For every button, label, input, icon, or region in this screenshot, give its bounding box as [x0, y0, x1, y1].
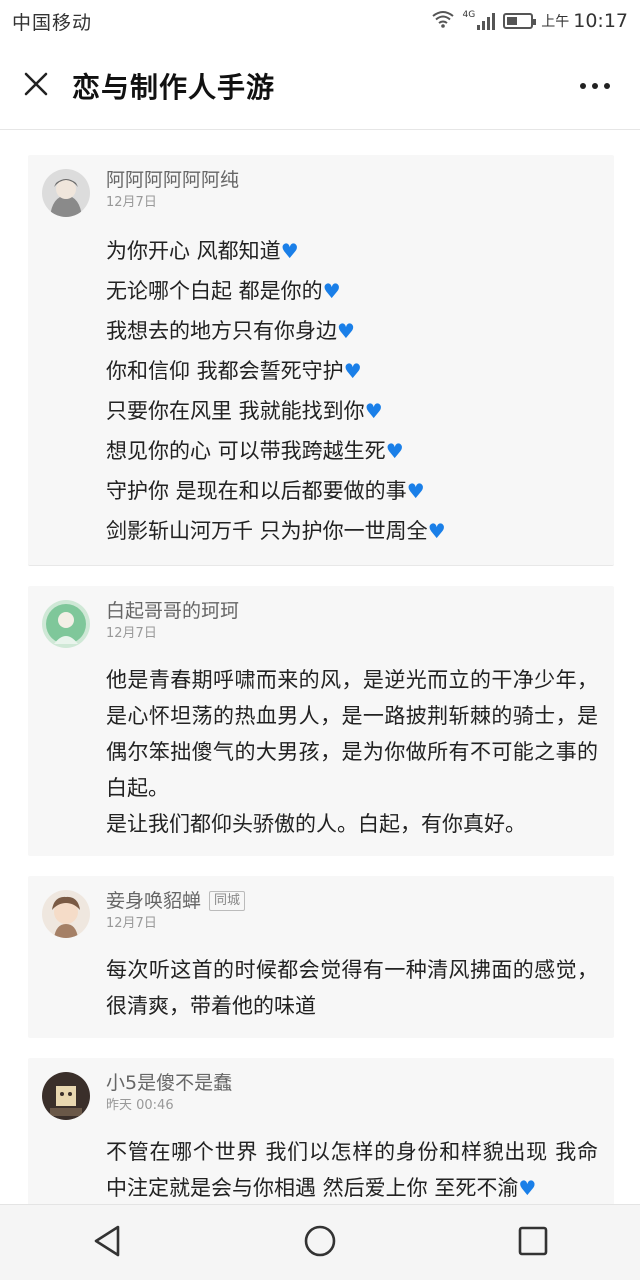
comment-list[interactable]: 阿阿阿阿阿阿纯 12月7日 为你开心 风都知道♥ 无论哪个白起 都是你的♥ 我想… [0, 131, 640, 1204]
more-button[interactable] [550, 42, 640, 130]
time-ampm: 上午 [541, 14, 570, 30]
comment-line: 你和信仰 我都会誓死守护♥ [106, 359, 362, 383]
more-icon [580, 82, 586, 89]
wifi-icon [431, 10, 455, 33]
title-bar: 恋与制作人手游 [0, 42, 640, 130]
comment-text: 他是青春期呼啸而来的风，是逆光而立的干净少年，是心怀坦荡的热血男人，是一路披荆斩… [106, 662, 614, 842]
blue-heart-icon: ♥ [322, 279, 341, 303]
comment-item: 白起哥哥的珂珂 12月7日 他是青春期呼啸而来的风，是逆光而立的干净少年，是心怀… [28, 586, 614, 856]
signal-icon [477, 12, 496, 30]
comment-text: 不管在哪个世界 我们以怎样的身份和样貌出现 我命中注定就是会与你相遇 然后爱上你… [106, 1134, 614, 1204]
comment-paragraph: 不管在哪个世界 我们以怎样的身份和样貌出现 我命中注定就是会与你相遇 然后爱上你… [106, 1140, 598, 1200]
comment-paragraph: 是让我们都仰头骄傲的人。白起，有你真好。 [106, 812, 526, 836]
comment-username[interactable]: 小5是傻不是蠢 [106, 1070, 232, 1096]
comment-date: 12月7日 [106, 916, 157, 931]
comment-username[interactable]: 阿阿阿阿阿阿纯 [106, 167, 239, 193]
comment-username[interactable]: 妾身唤貂蝉 同城 [106, 888, 246, 914]
clock: 10:17 [573, 10, 628, 32]
recents-square-icon [517, 1225, 549, 1261]
status-bar: 中国移动 4G 上午 10:17 [0, 0, 640, 42]
comment-line: 守护你 是现在和以后都要做的事♥ [106, 479, 425, 503]
comment-line: 我想去的地方只有你身边♥ [106, 319, 355, 343]
home-circle-icon [303, 1224, 337, 1262]
comment-paragraph: 每次听这首的时候都会觉得有一种清风拂面的感觉，很清爽，带着他的味道 [106, 958, 598, 1018]
blue-heart-icon: ♥ [385, 439, 404, 463]
home-button[interactable] [280, 1213, 360, 1273]
blue-heart-icon: ♥ [427, 519, 446, 543]
network-type: 4G [462, 9, 476, 20]
close-button[interactable] [0, 42, 72, 130]
comment-item: 妾身唤貂蝉 同城 12月7日 每次听这首的时候都会觉得有一种清风拂面的感觉，很清… [28, 876, 614, 1038]
blue-heart-icon: ♥ [518, 1176, 537, 1200]
comment-date: 昨天 00:46 [106, 1098, 174, 1113]
avatar[interactable] [42, 890, 90, 938]
blue-heart-icon: ♥ [280, 239, 299, 263]
system-nav-bar [0, 1204, 640, 1280]
avatar[interactable] [42, 600, 90, 648]
recents-button[interactable] [493, 1213, 573, 1273]
avatar[interactable] [42, 1072, 90, 1120]
comment-text: 为你开心 风都知道♥ 无论哪个白起 都是你的♥ 我想去的地方只有你身边♥ 你和信… [106, 231, 614, 551]
comment-line: 想见你的心 可以带我跨越生死♥ [106, 439, 404, 463]
battery-icon [503, 13, 537, 29]
blue-heart-icon: ♥ [364, 399, 383, 423]
back-triangle-icon [92, 1224, 122, 1262]
back-button[interactable] [67, 1213, 147, 1273]
comment-line: 剑影斩山河万千 只为护你一世周全♥ [106, 519, 446, 543]
blue-heart-icon: ♥ [406, 479, 425, 503]
comment-paragraph: 他是青春期呼啸而来的风，是逆光而立的干净少年，是心怀坦荡的热血男人，是一路披荆斩… [106, 668, 598, 800]
avatar[interactable] [42, 169, 90, 217]
comment-item: 小5是傻不是蠢 昨天 00:46 不管在哪个世界 我们以怎样的身份和样貌出现 我… [28, 1058, 614, 1204]
status-icons: 4G 上午 10:17 [431, 10, 628, 33]
close-icon [22, 70, 50, 102]
blue-heart-icon: ♥ [343, 359, 362, 383]
comment-text: 每次听这首的时候都会觉得有一种清风拂面的感觉，很清爽，带着他的味道 [106, 952, 614, 1024]
location-badge: 同城 [209, 891, 246, 911]
carrier-name: 中国移动 [12, 11, 93, 34]
blue-heart-icon: ♥ [337, 319, 355, 343]
comment-line: 无论哪个白起 都是你的♥ [106, 279, 341, 303]
comment-item: 阿阿阿阿阿阿纯 12月7日 为你开心 风都知道♥ 无论哪个白起 都是你的♥ 我想… [28, 155, 614, 566]
page-title: 恋与制作人手游 [72, 70, 276, 104]
comment-date: 12月7日 [106, 626, 157, 641]
comment-date: 12月7日 [106, 195, 157, 210]
comment-username[interactable]: 白起哥哥的珂珂 [106, 598, 239, 624]
comment-line: 为你开心 风都知道♥ [106, 239, 299, 263]
comment-line: 只要你在风里 我就能找到你♥ [106, 399, 383, 423]
